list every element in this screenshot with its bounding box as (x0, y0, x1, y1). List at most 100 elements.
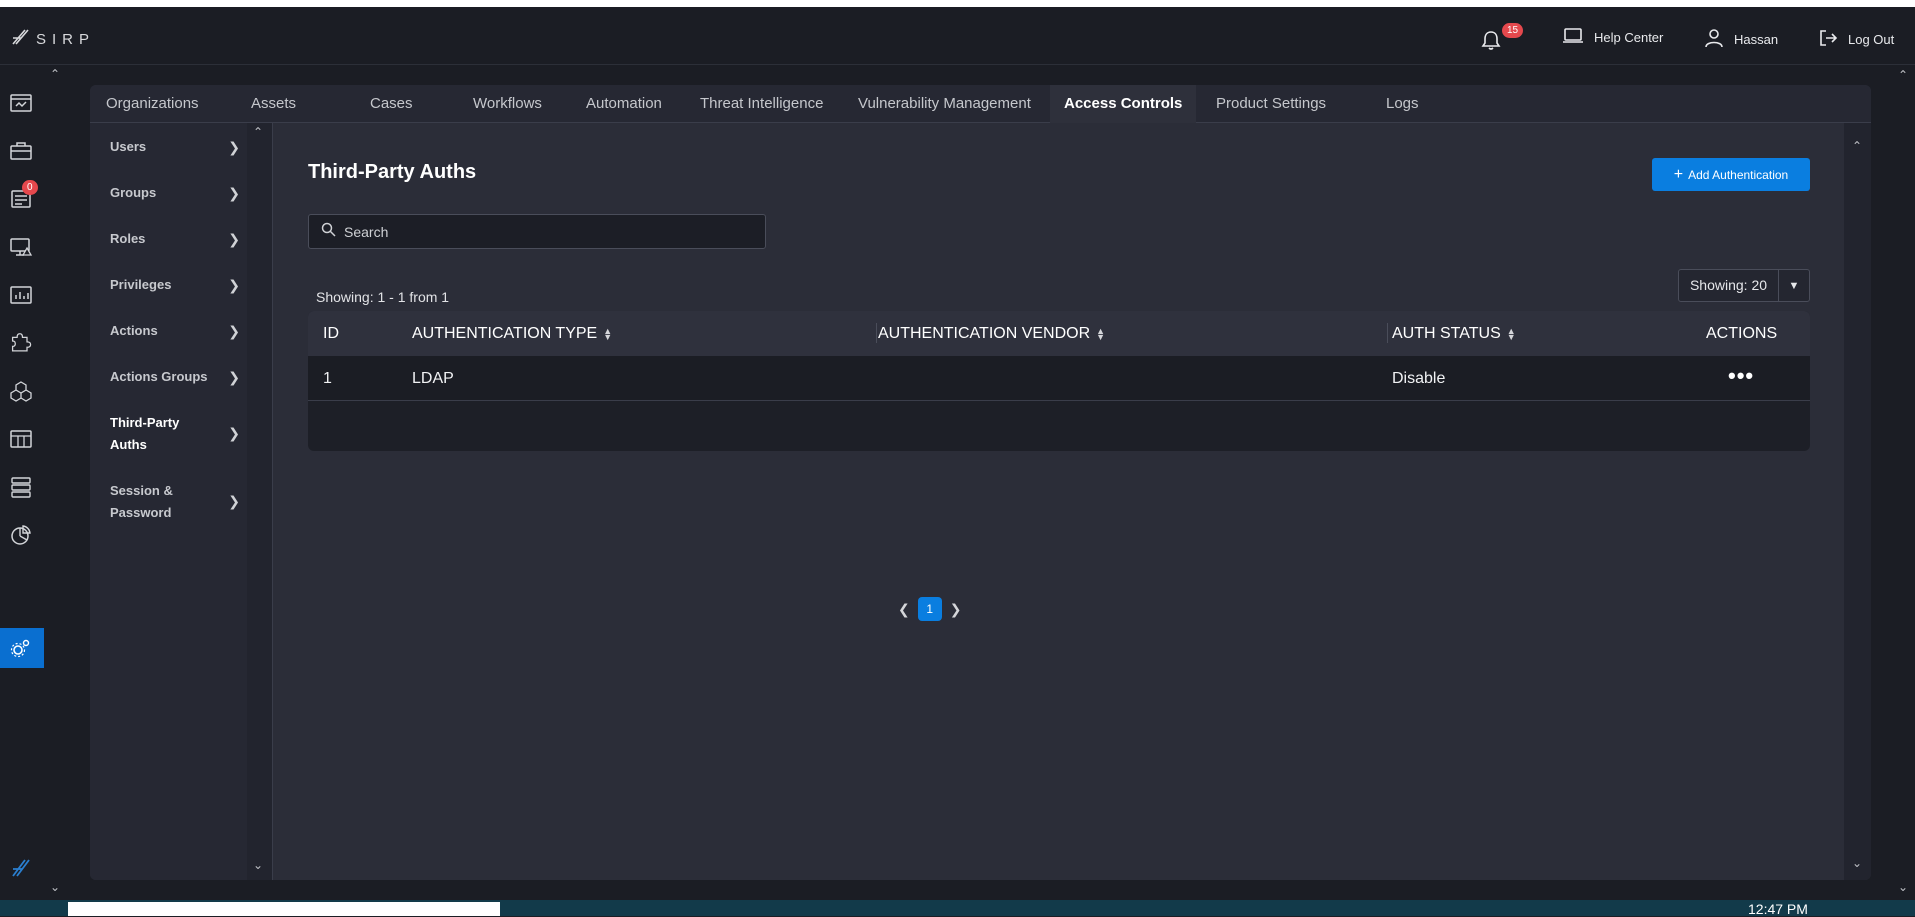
tab-organizations[interactable]: Organizations (106, 85, 199, 123)
search-input[interactable] (344, 223, 744, 240)
content-scroll-down-icon[interactable]: ⌄ (1852, 856, 1862, 870)
app-header: SIRP 15 Help Center Hassan Log Out (0, 7, 1915, 65)
laptop-icon (1562, 27, 1584, 48)
subnav-item-third-party-auths[interactable]: Third-Party Auths ❯ (110, 412, 240, 456)
settings-tabs: Organizations Assets Cases Workflows Aut… (90, 85, 1871, 123)
dashboard-icon[interactable] (8, 90, 34, 116)
subnav-item-privileges[interactable]: Privileges ❯ (110, 274, 240, 296)
tab-cases[interactable]: Cases (370, 85, 413, 123)
chevron-right-icon: ❯ (228, 139, 240, 155)
taskbar-window-thumbnail[interactable] (68, 902, 500, 916)
more-actions-icon[interactable]: ••• (1728, 356, 1754, 401)
subnav-item-users[interactable]: Users ❯ (110, 136, 240, 158)
next-page-icon[interactable]: ❯ (950, 601, 962, 618)
page-scroll-down-icon[interactable]: ⌄ (1898, 880, 1908, 894)
subnav-item-label: Users (110, 139, 147, 154)
sort-icon[interactable]: ▲ ▼ (603, 326, 612, 341)
chevron-right-icon: ❯ (228, 231, 240, 247)
help-center-label: Help Center (1594, 30, 1664, 45)
main-icon-sidebar: ⌃ 0 ⌄ (0, 65, 60, 895)
database-icon[interactable] (8, 474, 34, 500)
sidebar-scroll-up-icon[interactable]: ⌃ (50, 67, 60, 81)
subnav-item-groups[interactable]: Groups ❯ (110, 182, 240, 204)
tab-vulnerability-management[interactable]: Vulnerability Management (858, 85, 1031, 123)
table-header: ID AUTHENTICATION TYPE ▲ ▼ AUTHENTICATION … (308, 311, 1810, 356)
column-header-auth-status[interactable]: AUTH STATUS ▲ ▼ (1392, 311, 1516, 356)
subnav-item-label: Third-Party Auths (110, 415, 180, 452)
subnav-item-actions-groups[interactable]: Actions Groups ❯ (110, 366, 240, 388)
column-header-authentication-type[interactable]: AUTHENTICATION TYPE ▲ ▼ (412, 311, 612, 356)
logout-button[interactable]: Log Out (1818, 28, 1894, 51)
subnav-scrollbar[interactable]: ⌃ ⌄ (247, 123, 273, 880)
subnav-item-label: Roles (110, 231, 146, 246)
settings-gears-icon[interactable] (8, 635, 34, 661)
page-scroll-up-icon[interactable]: ⌃ (1898, 68, 1908, 82)
user-menu[interactable]: Hassan (1704, 28, 1778, 51)
previous-page-icon[interactable]: ❮ (898, 601, 910, 618)
tab-logs[interactable]: Logs (1386, 85, 1419, 123)
settings-panel: Organizations Assets Cases Workflows Aut… (90, 85, 1871, 880)
grid-calendar-icon[interactable] (8, 426, 34, 452)
monitor-alert-icon[interactable] (8, 234, 34, 260)
notification-count-badge: 15 (1502, 23, 1524, 38)
auths-table: ID AUTHENTICATION TYPE ▲ ▼ AUTHENTICATION … (308, 311, 1810, 451)
logout-icon (1818, 28, 1838, 51)
subnav-item-session-password[interactable]: Session & Password ❯ (110, 480, 240, 524)
os-taskbar: 12:47 PM (0, 900, 1915, 917)
cell-id: 1 (323, 370, 332, 387)
tab-automation[interactable]: Automation (586, 85, 662, 123)
chevron-right-icon: ❯ (228, 277, 240, 293)
table-row[interactable]: 1 LDAP Disable ••• (308, 356, 1810, 401)
tab-threat-intelligence[interactable]: Threat Intelligence (700, 85, 823, 123)
subnav-scroll-down-icon[interactable]: ⌄ (253, 858, 263, 872)
column-header-authentication-vendor[interactable]: AUTHENTICATION VENDOR ▲ ▼ (878, 311, 1105, 356)
logo-text: SIRP (36, 31, 96, 48)
subnav-item-label: Session & Password (110, 483, 173, 520)
chevron-right-icon: ❯ (228, 493, 240, 509)
notifications-button[interactable]: 15 (1480, 23, 1524, 54)
results-count: Showing: 1 - 1 from 1 (316, 289, 450, 305)
analytics-icon[interactable] (8, 282, 34, 308)
page-number-button[interactable]: 1 (917, 597, 942, 621)
page-size-select[interactable]: Showing: 20 ▼ (1678, 269, 1810, 302)
app-logo[interactable]: SIRP (10, 27, 95, 52)
tab-product-settings[interactable]: Product Settings (1216, 85, 1326, 123)
content-scroll-up-icon[interactable]: ⌃ (1852, 139, 1862, 153)
page-size-label: Showing: 20 (1679, 270, 1779, 301)
subnav-item-actions[interactable]: Actions ❯ (110, 320, 240, 342)
chevron-right-icon: ❯ (228, 369, 240, 385)
column-header-actions: ACTIONS (1706, 325, 1778, 342)
sort-icon[interactable]: ▲ ▼ (1096, 326, 1105, 341)
tab-access-controls[interactable]: Access Controls (1050, 85, 1197, 123)
sidebar-scroll-down-icon[interactable]: ⌄ (50, 880, 60, 894)
logout-label: Log Out (1848, 32, 1895, 47)
subnav-scroll-up-icon[interactable]: ⌃ (253, 125, 263, 139)
pie-chart-icon[interactable] (8, 522, 34, 548)
alerts-count-badge: 0 (22, 180, 38, 195)
page-title: Third-Party Auths (308, 161, 477, 183)
help-center-link[interactable]: Help Center (1562, 27, 1663, 48)
cell-authentication-type: LDAP (412, 370, 454, 387)
subnav-item-label: Actions Groups (110, 369, 208, 384)
third-party-auths-content: Third-Party Auths + Add Authentication S… (274, 123, 1844, 880)
user-icon (1704, 28, 1724, 51)
cubes-icon[interactable] (8, 378, 34, 404)
subnav-item-roles[interactable]: Roles ❯ (110, 228, 240, 250)
puzzle-icon[interactable] (8, 330, 34, 356)
tab-assets[interactable]: Assets (251, 85, 296, 123)
add-authentication-button[interactable]: + Add Authentication (1652, 158, 1810, 191)
column-header-id: ID (323, 325, 339, 342)
chevron-right-icon: ❯ (228, 323, 240, 339)
subnav-item-label: Actions (110, 323, 158, 338)
user-name: Hassan (1734, 32, 1779, 47)
briefcase-icon[interactable] (8, 138, 34, 164)
chevron-right-icon: ❯ (228, 425, 240, 441)
caret-down-icon[interactable]: ▼ (1779, 280, 1809, 292)
sort-icon[interactable]: ▲ ▼ (1507, 326, 1516, 341)
content-scrollbar[interactable]: ⌃ ⌄ (1844, 123, 1871, 880)
search-box (308, 214, 766, 249)
bell-icon (1480, 29, 1502, 54)
tab-workflows[interactable]: Workflows (473, 85, 542, 123)
reports-icon[interactable]: 0 (8, 180, 38, 212)
sirp-logo-icon (10, 27, 30, 52)
